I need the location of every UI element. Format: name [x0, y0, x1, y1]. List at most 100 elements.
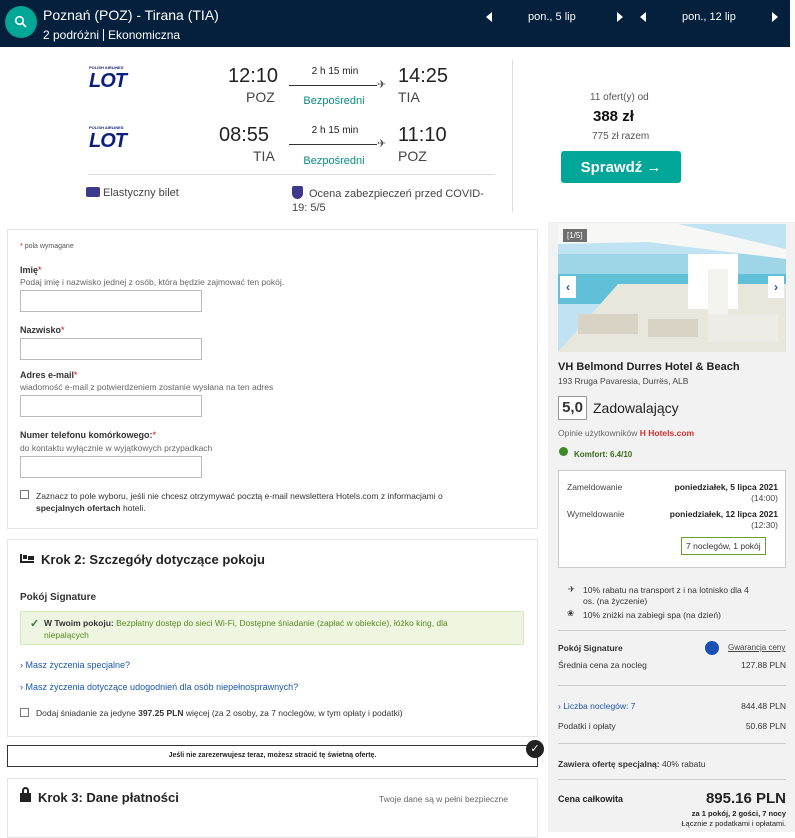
step2-title: Krok 2: Szczegóły dotyczące pokoju — [41, 552, 265, 567]
chevron-right-icon: › — [774, 280, 778, 294]
reviews-source: Opinie użytkowników H Hotels.com — [558, 428, 695, 438]
hotel-name[interactable]: VH Belmond Durres Hotel & Beach — [558, 361, 740, 373]
prev-return-date-icon[interactable] — [640, 12, 646, 22]
cabin-class: Ekonomiczna — [108, 28, 181, 42]
offer-count: 11 ofert(y) od — [590, 92, 649, 103]
total-tax-note: Łącznie z podatkami i opłatami. — [681, 819, 786, 828]
search-icon — [14, 15, 27, 28]
hotel-photo[interactable] — [558, 224, 786, 352]
outbound-route-line — [289, 85, 377, 86]
phone-input[interactable] — [20, 456, 202, 478]
award-icon — [559, 447, 568, 456]
hotels-com-logo: H Hotels.com — [639, 428, 695, 438]
return-duration: 2 h 15 min — [311, 125, 359, 136]
payment-section — [7, 778, 538, 838]
special-requests-link[interactable]: › Masz życzenia specjalne? — [20, 660, 130, 670]
nights-rooms-badge: 7 noclegów, 1 pokój — [681, 537, 766, 555]
route-title[interactable]: Poznań (POZ) - Tirana (TIA) — [43, 7, 219, 23]
plane-icon: ✈ — [377, 79, 387, 91]
divider — [558, 743, 786, 744]
search-summary-bar: Poznań (POZ) - Tirana (TIA) 2 podróżni Ek… — [0, 0, 790, 47]
ticket-icon — [86, 187, 100, 197]
breakfast-checkbox[interactable] — [20, 708, 29, 717]
phone-label: Numer telefonu komórkowego:* — [20, 430, 157, 440]
room-name: Pokój Signature — [20, 592, 97, 603]
outbound-departure-code: POZ — [246, 89, 275, 105]
return-departure-time: 08:55 — [219, 124, 270, 146]
secure-note: Twoje dane są w pełni bezpieczne — [379, 794, 508, 804]
checkin-label: Zameldowanie — [567, 482, 623, 492]
first-name-hint: Podaj imię i nazwisko jednej z osób, któ… — [20, 277, 285, 287]
divider — [512, 60, 513, 212]
email-input[interactable] — [20, 395, 202, 417]
hotel-address: 193 Rruga Pavaresia, Durrës, ALB — [558, 376, 689, 386]
step3-title: Krok 3: Dane płatności — [38, 790, 179, 805]
return-stops: Bezpośredni — [303, 155, 365, 167]
divider — [558, 630, 786, 631]
chevron-left-icon: ‹ — [566, 280, 570, 294]
total-label: Cena całkowita — [558, 794, 624, 804]
urgency-banner: Jeśli nie zarezerwujesz teraz, możesz st… — [7, 745, 538, 767]
flexible-ticket: Elastyczny bilet — [86, 187, 179, 199]
hotel-photo-image — [558, 224, 786, 352]
next-return-date-icon[interactable] — [772, 12, 778, 22]
return-arrival-time: 11:10 — [398, 124, 447, 146]
perk-transport: 10% rabatu na transport z i na lotnisko … — [583, 585, 749, 606]
offer-price: 388 zł — [593, 108, 634, 125]
next-outbound-date-icon[interactable] — [617, 12, 623, 22]
special-offer-row: Zawiera ofertę specjalną: 40% rabatu — [558, 759, 706, 769]
airline-logo: POLISH AIRLINES LOT — [89, 65, 127, 92]
outbound-arrival-time: 14:25 — [398, 65, 449, 87]
checkout-time: (12:30) — [751, 520, 778, 530]
first-name-input[interactable] — [20, 290, 202, 312]
return-arrival-code: POZ — [398, 148, 427, 164]
chevron-right-icon: › — [20, 682, 23, 692]
divider — [558, 685, 786, 686]
check-offer-button[interactable]: Sprawdź → — [561, 151, 681, 183]
airline-logo: POLISH AIRLINES LOT — [89, 125, 127, 152]
total-price: 895.16 PLN — [705, 790, 786, 807]
return-departure-code: TIA — [253, 148, 275, 164]
checkmark-icon: ✓ — [30, 618, 40, 630]
newsletter-checkbox[interactable] — [20, 490, 29, 499]
outbound-date[interactable]: pon., 5 lip — [528, 11, 576, 23]
checkout-date: poniedziałek, 12 lipca 2021 — [669, 509, 778, 519]
outbound-departure-time: 12:10 — [228, 65, 279, 87]
email-hint: wiadomość e-mail z potwierdzeniem zostan… — [20, 382, 274, 392]
return-date[interactable]: pon., 12 lip — [682, 11, 736, 23]
avg-price-row: Średnia cena za nocleg 127.88 PLN — [558, 660, 786, 670]
price-guarantee-link[interactable]: Gwarancja ceny — [728, 643, 786, 652]
phone-hint: do kontaktu wyłącznie w wyjątkowych przy… — [20, 443, 213, 453]
return-route-line — [289, 144, 377, 145]
nights-row: › Liczba noclegów: 7 844.48 PLN — [558, 701, 786, 711]
travellers-cabin[interactable]: 2 podróżni Ekonomiczna — [43, 28, 180, 42]
prev-outbound-date-icon[interactable] — [486, 12, 492, 22]
first-name-label: Imię* — [20, 265, 42, 275]
taxes-row: Podatki i opłaty 50.68 PLN — [558, 721, 786, 731]
globe-icon — [705, 641, 719, 655]
nights-link[interactable]: › Liczba noclegów: 7 — [558, 701, 636, 711]
plane-icon: ✈ — [377, 138, 387, 150]
checkin-date: poniedziałek, 5 lipca 2021 — [674, 482, 778, 492]
checkin-time: (14:00) — [751, 493, 778, 503]
next-photo-button[interactable]: › — [768, 276, 784, 298]
divider — [558, 779, 786, 780]
travellers: 2 podróżni — [43, 28, 100, 42]
bed-icon — [20, 554, 34, 563]
review-score: 5,0 — [558, 396, 587, 420]
last-name-label: Nazwisko* — [20, 325, 65, 335]
plane-icon: ✈ — [568, 584, 576, 594]
review-rating: Zadowalający — [593, 400, 679, 416]
email-label: Adres e-mail* — [20, 370, 78, 380]
last-name-input[interactable] — [20, 338, 202, 360]
photo-counter: [1/5] — [563, 229, 587, 242]
offer-total: 775 zł razem — [592, 131, 650, 142]
accessibility-link[interactable]: › Masz życzenia dotyczące udogodnień dla… — [20, 682, 298, 692]
guest-details-form — [7, 229, 538, 529]
shield-icon — [292, 186, 303, 199]
newsletter-text: Zaznacz to pole wyboru, jeśli nie chcesz… — [36, 491, 443, 513]
room-amenities: W Twoim pokoju: Bezpłatny dostęp do siec… — [44, 618, 448, 640]
outbound-stops: Bezpośredni — [303, 95, 365, 107]
prev-photo-button[interactable]: ‹ — [560, 276, 576, 298]
search-button[interactable] — [5, 6, 37, 38]
